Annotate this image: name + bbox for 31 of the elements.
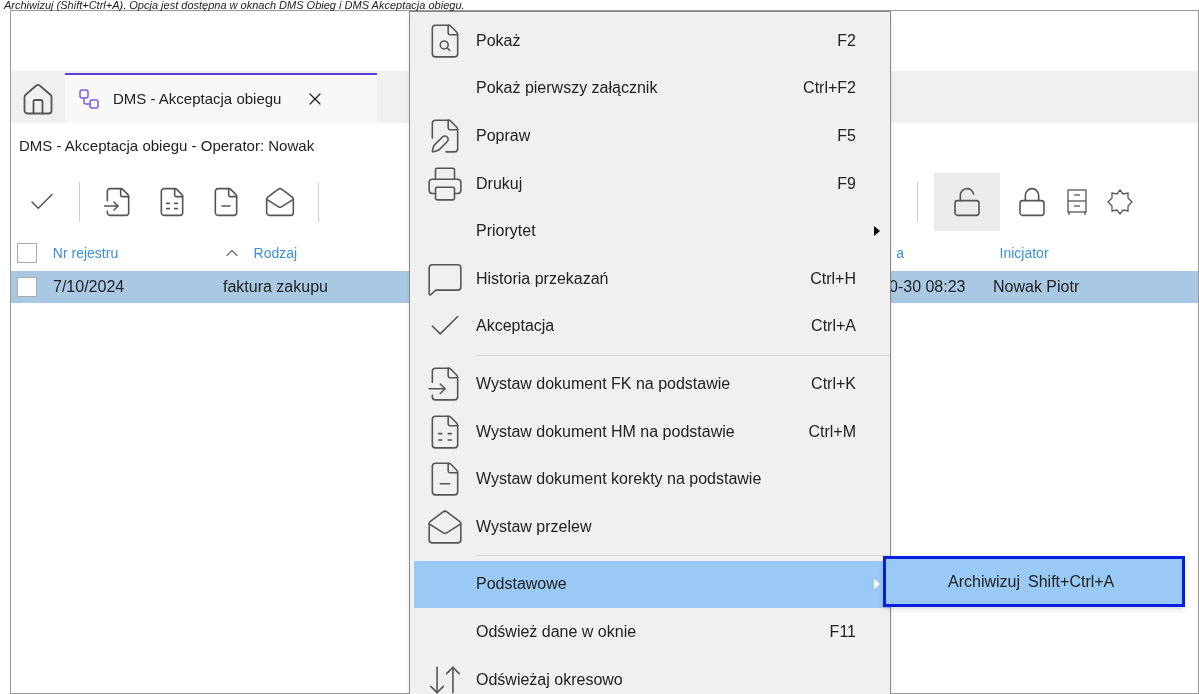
window-title: DMS - Akceptacja obiegu - Operator: Nowak bbox=[19, 135, 315, 156]
menu-label: Historia przekazań bbox=[476, 268, 610, 289]
menu-label: Wystaw dokument HM na podstawie bbox=[476, 421, 736, 442]
menu-label: Wystaw dokument FK na podstawie bbox=[476, 373, 732, 394]
table-cell: 7/10/2024 bbox=[53, 278, 125, 295]
menu-label: Popraw bbox=[476, 126, 532, 146]
table-cell: Nowak Piotr bbox=[993, 278, 1080, 295]
shortcut-text: F5 bbox=[837, 126, 856, 146]
shortcut-text: Ctrl+M bbox=[808, 421, 856, 442]
menu-label: Podstawowe bbox=[476, 574, 568, 595]
shortcut-text: Shift+Ctrl+A bbox=[1028, 571, 1115, 592]
menu-label: Odświeżaj okresowo bbox=[476, 669, 624, 690]
caption-text: Archiwizuj (Shift+Ctrl+A). Opcja jest dostępna w oknach DMS Obieg i DMS Akceptacja obiegu. bbox=[2, 0, 466, 10]
shortcut-text: F9 bbox=[837, 173, 856, 194]
menu-label: Priorytet bbox=[476, 221, 537, 242]
menu-label: Akceptacja bbox=[476, 316, 556, 337]
shortcut-text: F2 bbox=[837, 30, 856, 51]
menu-label: Wystaw przelew bbox=[476, 516, 593, 537]
menu-label: Odśwież dane w oknie bbox=[476, 621, 638, 642]
shortcut-text: Ctrl+F2 bbox=[803, 78, 856, 99]
menu-label: Pokaż pierwszy załącznik bbox=[476, 78, 659, 99]
table-cell: faktura zakupu bbox=[223, 278, 328, 295]
menu-label: Wystaw dokument korekty na podstawie bbox=[476, 469, 763, 490]
shortcut-text: F11 bbox=[829, 621, 856, 642]
shortcut-text: Ctrl+A bbox=[811, 316, 856, 337]
submenu-label: Archiwizuj bbox=[948, 571, 1020, 592]
menu-label: Pokaż bbox=[476, 30, 522, 51]
shortcut-text: Ctrl+K bbox=[811, 373, 856, 394]
tab-label: DMS - Akceptacja obiegu bbox=[113, 88, 282, 109]
menu-label: Drukuj bbox=[476, 173, 524, 194]
shortcut-text: Ctrl+H bbox=[810, 268, 856, 289]
